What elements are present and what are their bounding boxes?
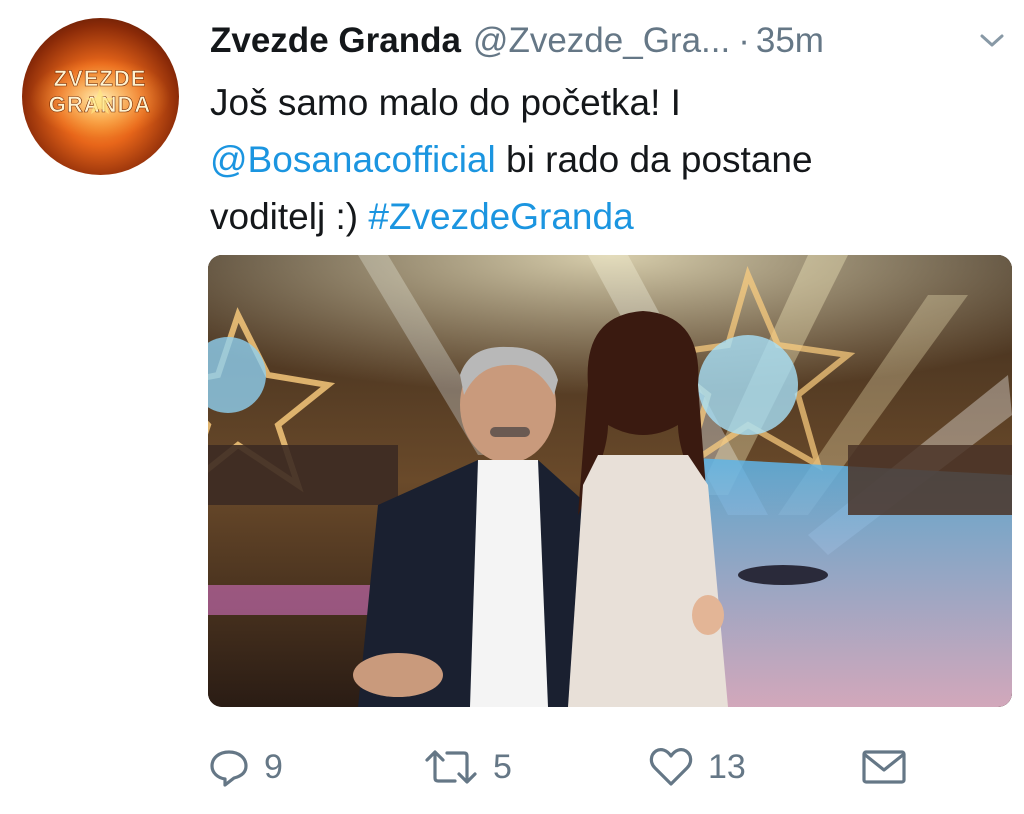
reply-icon <box>210 750 248 787</box>
tweet-text-line-3-start: voditelj :) <box>210 196 369 237</box>
chevron-down-icon[interactable] <box>976 28 1008 52</box>
tweet-header: Zvezde Granda @Zvezde_Gra... · 35m <box>210 18 1010 64</box>
tweet-actions: 9 5 13 <box>208 742 1008 792</box>
separator-dot: · <box>738 21 750 60</box>
mail-icon <box>862 750 906 784</box>
hashtag-link[interactable]: #ZvezdeGranda <box>368 196 633 237</box>
reply-count: 9 <box>264 747 283 786</box>
tweet-text-line-3: voditelj :) #ZvezdeGranda <box>210 188 1000 245</box>
user-handle[interactable]: @Zvezde_Gra... <box>473 21 730 61</box>
tweet-text-line-1: Još samo malo do početka! I <box>210 82 681 123</box>
svg-text:ZVEZDE: ZVEZDE <box>54 66 147 91</box>
retweet-count: 5 <box>493 747 512 786</box>
tweet-photo[interactable] <box>208 255 1012 707</box>
like-count: 13 <box>708 747 746 786</box>
like-button[interactable]: 13 <box>648 742 746 792</box>
retweet-button[interactable]: 5 <box>423 742 512 792</box>
tweet-text-line-2: @Bosanacofficial bi rado da postane <box>210 131 1000 188</box>
heart-icon <box>649 748 693 786</box>
timestamp[interactable]: 35m <box>756 21 824 61</box>
reply-button[interactable]: 9 <box>208 742 283 792</box>
stage-photo-image <box>208 255 1012 707</box>
tweet-text: Još samo malo do početka! I @Bosanacoffi… <box>210 74 1000 245</box>
share-button[interactable] <box>860 742 908 792</box>
avatar-logo-image: ZVEZDE GRANDA <box>30 58 170 138</box>
tweet-text-line-2-rest: bi rado da postane <box>495 139 813 180</box>
display-name[interactable]: Zvezde Granda <box>210 21 461 61</box>
avatar[interactable]: ZVEZDE GRANDA <box>22 18 179 175</box>
mention-link[interactable]: @Bosanacofficial <box>210 139 496 180</box>
retweet-icon <box>425 750 477 784</box>
tweet[interactable]: ZVEZDE GRANDA Zvezde Granda @Zvezde_Gra.… <box>0 0 1024 814</box>
